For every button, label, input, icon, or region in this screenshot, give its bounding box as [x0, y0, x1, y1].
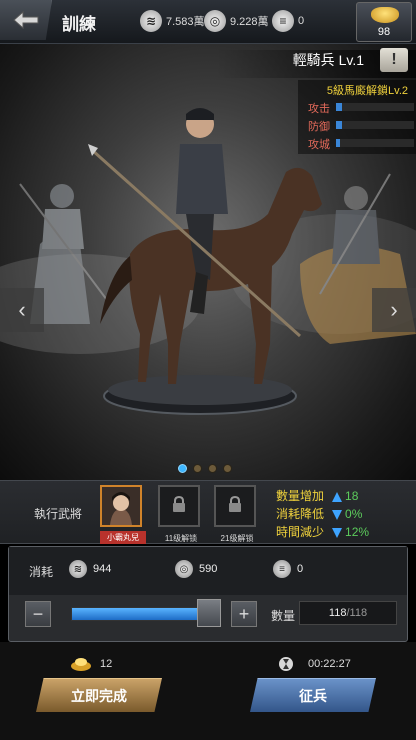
unit-name: 輕騎兵 Lv.1: [292, 52, 364, 68]
time-value: 00:22:27: [308, 658, 351, 670]
gold-ingot-icon: [71, 658, 91, 671]
stat-fill: [336, 103, 343, 111]
bonus-cost: 消耗降低 0%: [276, 505, 362, 522]
generals-row: 執行武將 小霸丸兒 11级解锁 21级解锁 數量增加 18 消耗降低 0% 時間減少…: [0, 480, 416, 544]
increase-button[interactable]: +: [231, 601, 257, 627]
cost-label: 消耗: [29, 565, 54, 579]
general-slot-locked[interactable]: 11级解锁: [158, 485, 200, 543]
gold-balance[interactable]: 98: [356, 2, 412, 42]
unlock-level: 11级解锁: [164, 534, 198, 543]
quantity-value: 118: [328, 607, 347, 619]
unit-showcase: 輕騎兵 Lv.1 ! 5級馬廄解鎖Lv.2 攻击 防御 攻城 ‹ ›: [0, 44, 416, 480]
lock-icon: [173, 496, 185, 512]
stat-label: 防御: [308, 121, 330, 133]
general-portrait: [102, 487, 140, 525]
cost-value: 944: [93, 563, 112, 575]
unlock-note: 5級馬廄解鎖Lv.2: [326, 85, 408, 97]
grain-value: 7.583萬: [166, 16, 205, 28]
generals-label: 執行武將: [34, 507, 83, 521]
quantity-input[interactable]: 118/118: [299, 601, 397, 625]
gold-ingot-icon: [371, 7, 399, 23]
timber-value: 0: [298, 15, 305, 27]
bonus-value: 12%: [345, 525, 370, 539]
gold-cost: 12: [70, 656, 112, 672]
plus-icon: +: [238, 603, 250, 624]
previous-unit-button[interactable]: ‹: [0, 288, 44, 332]
decrease-button[interactable]: −: [25, 601, 51, 627]
stat-attack: 攻击: [308, 100, 414, 115]
page-title: 訓練: [62, 15, 96, 34]
minus-icon: −: [32, 603, 44, 624]
stat-bar: [336, 121, 414, 129]
next-unit-button[interactable]: ›: [372, 288, 416, 332]
cost-value: 590: [199, 563, 218, 575]
recruit-button[interactable]: 征兵: [250, 678, 376, 712]
grain-icon: ≋: [69, 560, 87, 578]
grain-icon: ≋: [140, 10, 162, 32]
general-slot-locked[interactable]: 21级解锁: [214, 485, 256, 543]
stat-fill: [336, 139, 340, 147]
bonus-value: 18: [345, 489, 359, 503]
unlock-level: 21级解锁: [220, 534, 254, 543]
stat-label: 攻城: [308, 139, 330, 151]
cost-value: 0: [297, 563, 304, 575]
bonus-time: 時間減少 12%: [276, 523, 369, 540]
lock-icon: [229, 496, 241, 512]
stat-siege: 攻城: [308, 136, 414, 151]
timber-icon: ≡: [273, 560, 291, 578]
slider-thumb[interactable]: [197, 599, 221, 627]
gold-count: 98: [377, 26, 391, 38]
timber-icon: ≡: [272, 10, 294, 32]
training-time: 00:22:27: [278, 656, 351, 672]
coin-value: 9.228萬: [230, 16, 269, 28]
cost-grain: ≋ 944: [69, 560, 111, 578]
instant-finish-button[interactable]: 立即完成: [36, 678, 162, 712]
bonus-label: 數量增加: [276, 489, 325, 503]
bottom-bar: 12 00:22:27 立即完成 征兵: [0, 642, 416, 740]
cost-row: 消耗 ≋ 944 ◎ 590 ≡ 0: [9, 547, 407, 595]
coin-icon: ◎: [175, 560, 193, 578]
general-slot-hero[interactable]: 小霸丸兒: [100, 485, 146, 544]
arrow-down-icon: [332, 527, 343, 538]
top-bar: 訓練 ≋ 7.583萬 ◎ 9.228萬 ≡ 0 98: [0, 0, 416, 44]
carousel-dot[interactable]: [193, 464, 202, 473]
stat-bar: [336, 139, 414, 147]
arrow-up-icon: [332, 491, 343, 502]
stat-fill: [336, 121, 343, 129]
stat-bar: [336, 103, 414, 111]
training-panel: 消耗 ≋ 944 ◎ 590 ≡ 0 − + 數量 118/118: [8, 546, 408, 642]
exclamation-icon: !: [391, 51, 397, 68]
bonus-label: 時間減少: [276, 525, 325, 539]
hourglass-icon: [279, 657, 293, 671]
unit-stats-panel: 5級馬廄解鎖Lv.2 攻击 防御 攻城: [298, 80, 416, 154]
bonus-label: 消耗降低: [276, 507, 325, 521]
carousel-dot[interactable]: [208, 464, 217, 473]
carousel-dots: [178, 464, 232, 473]
arrow-down-icon: [332, 509, 343, 520]
back-arrow-icon: [12, 11, 38, 29]
timber-resource[interactable]: ≡ 0: [272, 8, 304, 34]
coin-resource[interactable]: ◎ 9.228萬: [204, 8, 269, 34]
carousel-dot[interactable]: [223, 464, 232, 473]
bonus-quantity: 數量增加 18: [276, 487, 358, 504]
chevron-left-icon: ‹: [18, 297, 26, 322]
grain-resource[interactable]: ≋ 7.583萬: [140, 8, 205, 34]
cost-timber: ≡ 0: [273, 560, 303, 578]
cost-coin: ◎ 590: [175, 560, 217, 578]
back-button[interactable]: [0, 0, 52, 40]
quantity-label: 數量: [271, 609, 296, 623]
quantity-max: /118: [346, 607, 368, 619]
stat-defense: 防御: [308, 118, 414, 133]
carousel-dot[interactable]: [178, 464, 187, 473]
info-button[interactable]: !: [380, 48, 408, 72]
coin-icon: ◎: [204, 10, 226, 32]
gold-cost-value: 12: [100, 658, 113, 670]
bonus-value: 0%: [345, 507, 363, 521]
general-name: 小霸丸兒: [100, 531, 146, 544]
stat-label: 攻击: [308, 103, 330, 115]
chevron-right-icon: ›: [390, 297, 398, 322]
